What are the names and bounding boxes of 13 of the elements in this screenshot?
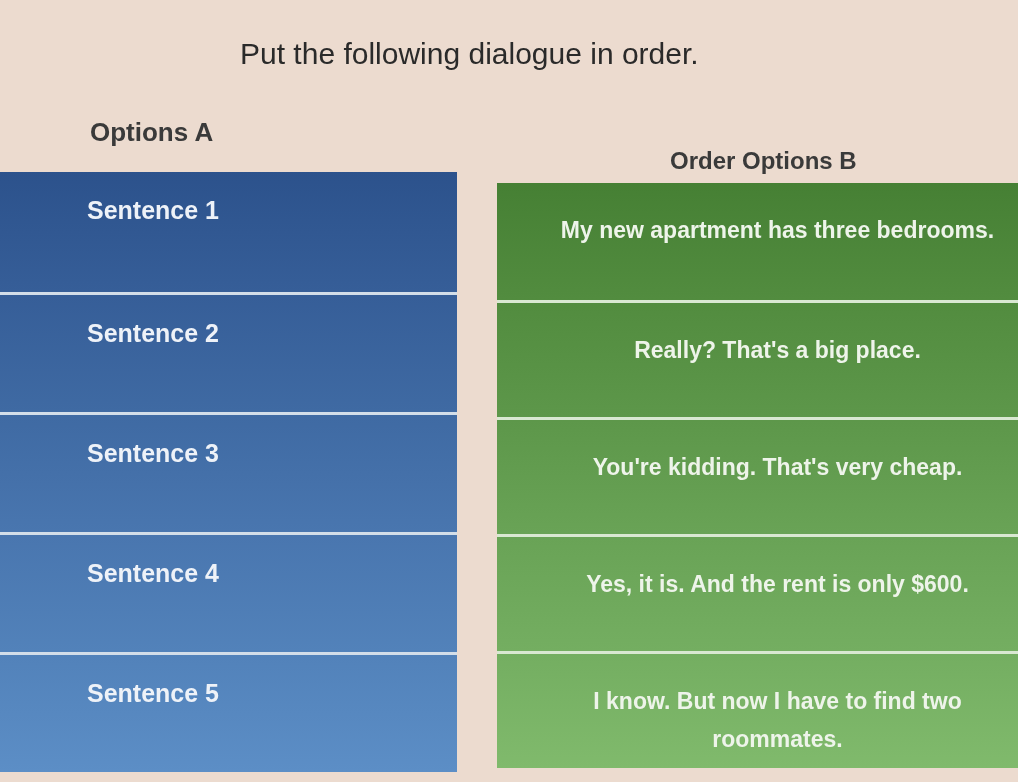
dialogue-line-tile[interactable]: Yes, it is. And the rent is only $600. [497,534,1018,651]
sentence-tile[interactable]: Sentence 3 [0,412,457,532]
dialogue-line-tile[interactable]: My new apartment has three bedrooms. [497,183,1018,300]
dialogue-line-tile[interactable]: You're kidding. That's very cheap. [497,417,1018,534]
sentence-tile[interactable]: Sentence 5 [0,652,457,772]
sentence-tile[interactable]: Sentence 4 [0,532,457,652]
dialogue-line-tile[interactable]: Really? That's a big place. [497,300,1018,417]
column-heading: Order Options B [670,146,857,176]
dialogue-line-tile[interactable]: I know. But now I have to find two roommates. [497,651,1018,768]
sentence-tile[interactable]: Sentence 2 [0,292,457,412]
column-heading: Options A [90,116,214,148]
sentence-tile[interactable]: Sentence 1 [0,172,457,292]
instruction-text: Put the following dialogue in order. [240,36,699,72]
